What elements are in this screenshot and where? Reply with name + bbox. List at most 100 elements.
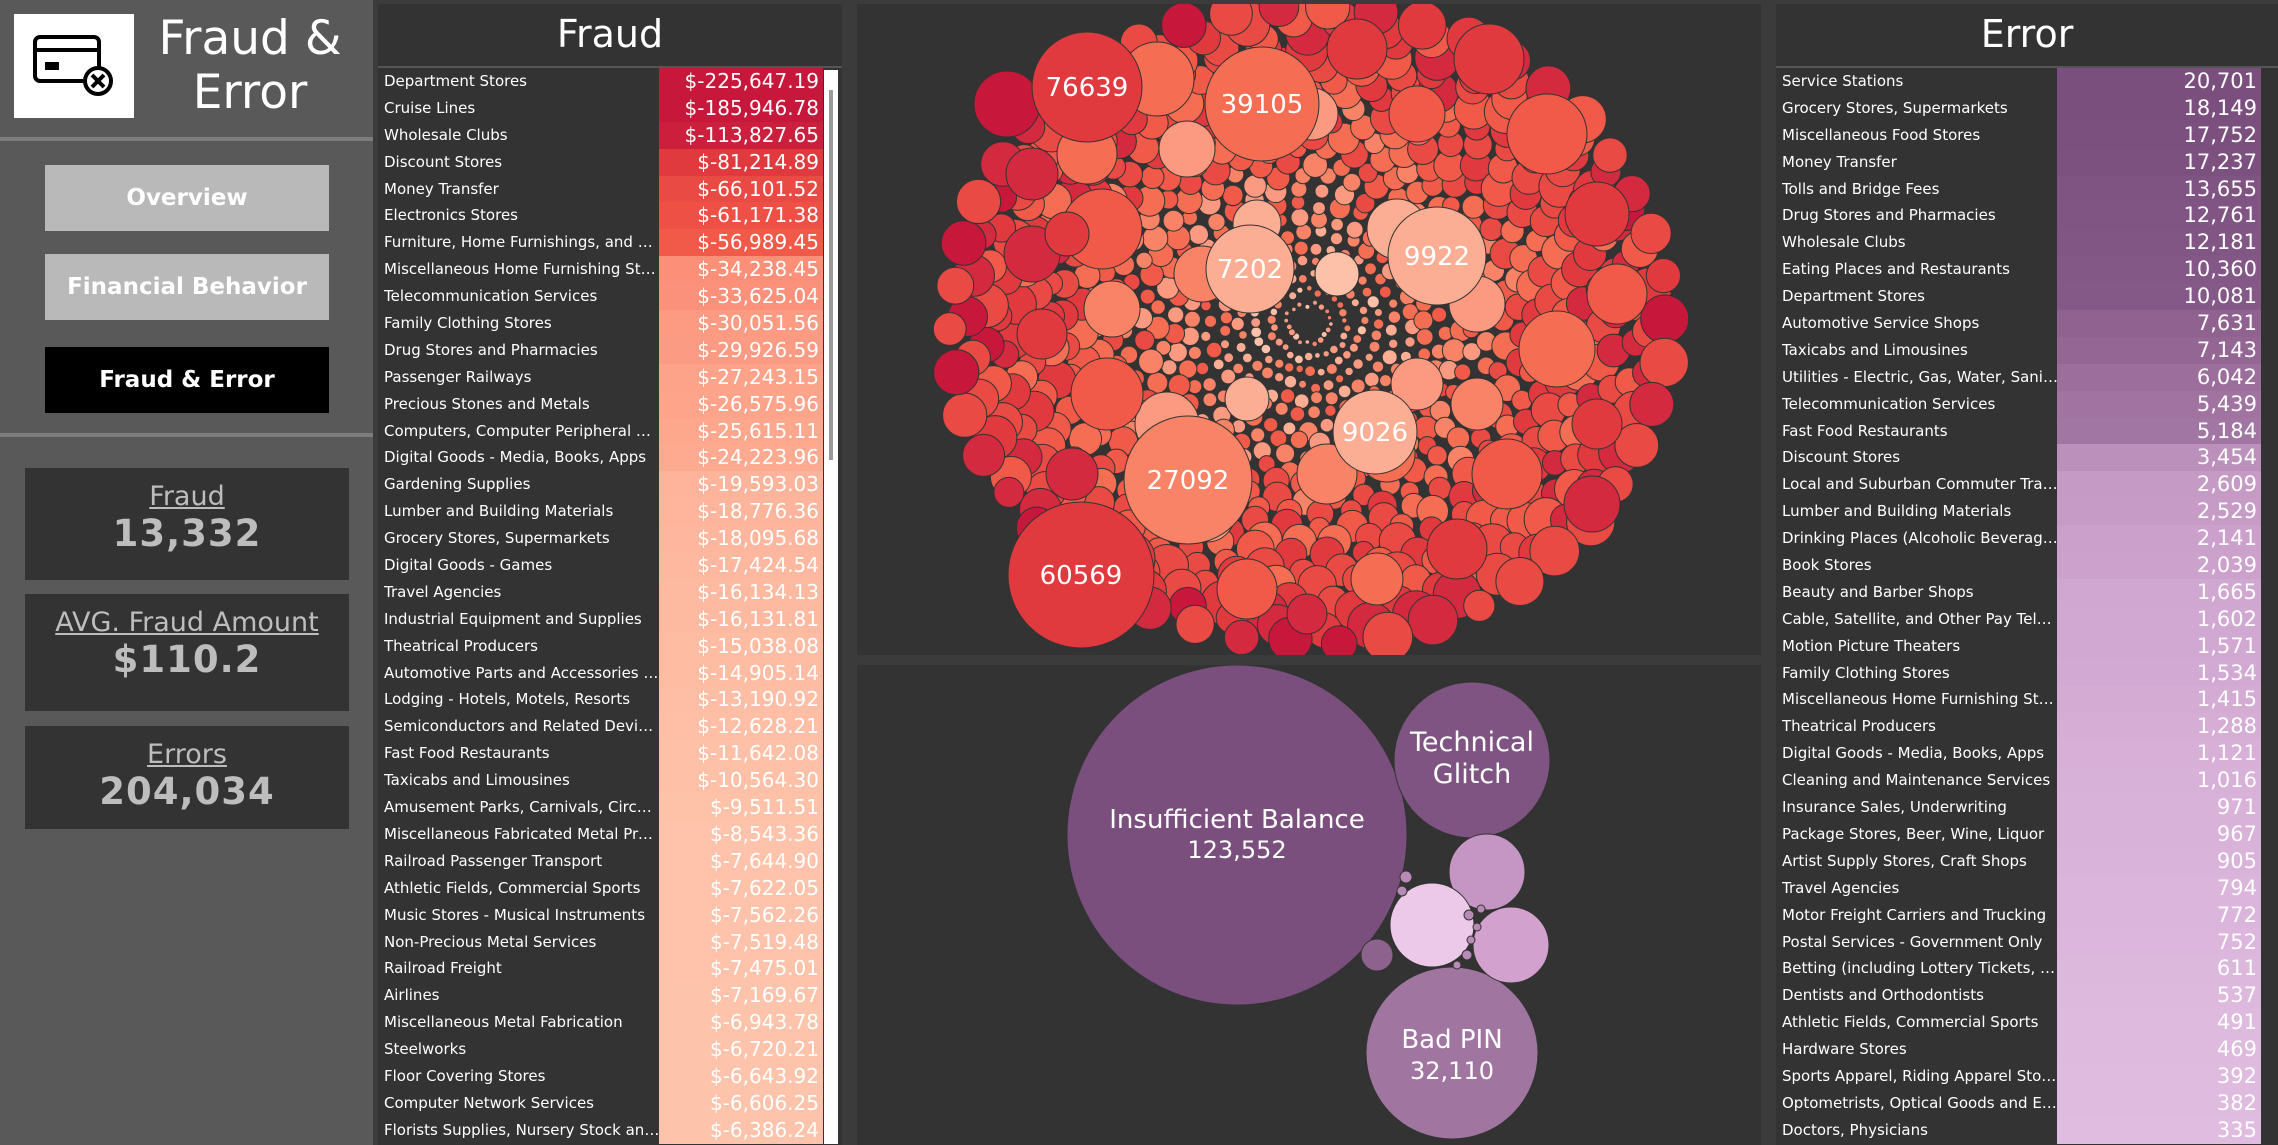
bubble[interactable] <box>1290 208 1310 227</box>
bubble[interactable] <box>1297 339 1303 346</box>
bubble[interactable] <box>1463 589 1496 622</box>
bubble[interactable] <box>1324 391 1339 406</box>
bubble[interactable] <box>1312 201 1326 216</box>
table-row[interactable]: Theatrical Producers $-15,038.08 <box>378 632 842 660</box>
bubble[interactable] <box>1283 317 1290 324</box>
bubble[interactable] <box>1344 366 1354 377</box>
bubble[interactable] <box>1396 885 1408 897</box>
bubble[interactable] <box>1266 314 1277 325</box>
table-row[interactable]: Electronics Stores $-61,171.38 <box>378 202 842 230</box>
bubble[interactable] <box>1461 949 1473 961</box>
bubble[interactable] <box>1372 318 1385 330</box>
bubble[interactable] <box>1296 254 1309 267</box>
bubble[interactable] <box>1388 85 1446 143</box>
bubble[interactable] <box>1352 334 1363 344</box>
bubble[interactable] <box>1630 212 1672 254</box>
bubble[interactable] <box>1441 338 1467 363</box>
bubble[interactable] <box>1399 870 1413 884</box>
table-row[interactable]: Floor Covering Stores $-6,643.92 <box>378 1062 842 1090</box>
bubble[interactable] <box>1175 604 1215 645</box>
table-row[interactable]: Insurance Sales, Underwriting 971 <box>1776 794 2278 821</box>
bubble[interactable] <box>1350 298 1360 308</box>
table-row[interactable]: Sports Apparel, Riding Apparel Stores 392 <box>1776 1062 2278 1090</box>
bubble[interactable] <box>1219 324 1232 337</box>
table-row[interactable]: Drinking Places (Alcoholic Beverages) 2,1… <box>1776 525 2278 553</box>
bubble[interactable] <box>1366 295 1380 309</box>
nav-fraud-error-button[interactable]: Fraud & Error <box>45 347 329 413</box>
bubble[interactable] <box>1564 181 1630 247</box>
bubble[interactable] <box>1427 445 1448 466</box>
bubble[interactable] <box>1388 298 1399 309</box>
table-row[interactable]: Doctors, Physicians 335 <box>1776 1116 2278 1144</box>
bubble[interactable] <box>1381 349 1398 366</box>
bubble[interactable] <box>1640 294 1690 344</box>
bubble[interactable] <box>1294 354 1304 365</box>
bubble[interactable] <box>1472 922 1482 932</box>
bubble[interactable] <box>1310 391 1323 405</box>
bubble[interactable] <box>932 312 967 346</box>
bubble[interactable] <box>1479 217 1504 242</box>
bubble[interactable] <box>1289 406 1306 422</box>
table-row[interactable]: Hardware Stores 469 <box>1776 1036 2278 1063</box>
bubble[interactable] <box>1360 938 1394 972</box>
bubble[interactable] <box>1342 172 1362 192</box>
bubble[interactable] <box>942 392 988 438</box>
table-row[interactable]: Miscellaneous Home Furnishing Stores $-34… <box>378 256 842 284</box>
bubble[interactable] <box>1139 288 1156 305</box>
bubble[interactable] <box>1269 307 1279 317</box>
table-row[interactable]: Tolls and Bridge Fees 13,655 <box>1776 175 2278 203</box>
bubble[interactable] <box>962 433 1006 477</box>
bubble[interactable] <box>1324 404 1337 417</box>
bubble[interactable] <box>1270 323 1279 332</box>
table-row[interactable]: Service Stations 20,701 <box>1776 68 2278 95</box>
bubble[interactable] <box>1161 359 1178 376</box>
table-row[interactable]: Family Clothing Stores $-30,051.56 <box>378 310 842 337</box>
table-row[interactable]: Furniture, Home Furnishings, and Equi.. $… <box>378 229 842 257</box>
bubble[interactable] <box>1309 242 1323 256</box>
table-row[interactable]: Discount Stores $-81,214.89 <box>378 148 842 176</box>
bubble[interactable] <box>1235 341 1247 353</box>
table-row[interactable]: Amusement Parks, Carnivals, Circuses $-9,… <box>378 794 842 821</box>
bubble[interactable] <box>1328 321 1334 327</box>
insufficient-balance-bubble[interactable] <box>1066 665 1408 1006</box>
table-row[interactable]: Dentists and Orthodontists 537 <box>1776 982 2278 1010</box>
bubble[interactable] <box>1230 316 1245 331</box>
bubble[interactable] <box>1286 350 1295 360</box>
bubble[interactable] <box>1162 209 1185 232</box>
table-row[interactable]: Travel Agencies $-16,134.13 <box>378 578 842 606</box>
bubble[interactable] <box>1016 308 1068 360</box>
bubble[interactable] <box>1223 352 1235 364</box>
bubble[interactable] <box>1350 552 1404 606</box>
bubble[interactable] <box>1398 4 1447 50</box>
bubble[interactable] <box>1005 147 1059 201</box>
table-row[interactable]: Automotive Parts and Accessories Stores$… <box>378 659 842 687</box>
bubble[interactable] <box>1326 18 1388 80</box>
bubble[interactable] <box>1373 308 1383 317</box>
bubble[interactable] <box>1274 401 1289 416</box>
bubble[interactable] <box>1283 310 1290 317</box>
bubble[interactable] <box>1645 258 1682 294</box>
table-row[interactable]: Motion Picture Theaters 1,571 <box>1776 632 2278 660</box>
bubble[interactable] <box>1314 251 1360 297</box>
bubble[interactable] <box>1291 306 1297 313</box>
table-row[interactable]: Postal Services - Government Only 752 <box>1776 928 2278 956</box>
bubble[interactable] <box>1356 325 1367 336</box>
bubble[interactable] <box>1592 137 1628 173</box>
bubble[interactable] <box>1203 314 1218 328</box>
table-row[interactable]: Money Transfer $-66,101.52 <box>378 175 842 203</box>
bubble[interactable] <box>1250 427 1266 443</box>
table-row[interactable]: Telecommunication Services 5,439 <box>1776 390 2278 418</box>
bubble[interactable] <box>1629 381 1675 427</box>
bubble[interactable] <box>1407 594 1459 646</box>
table-row[interactable]: Railroad Freight $-7,475.01 <box>378 955 842 983</box>
bubble[interactable] <box>1158 120 1216 178</box>
bubble[interactable] <box>1358 305 1369 316</box>
table-row[interactable]: Precious Stones and Metals $-26,575.96 <box>378 390 842 418</box>
bubble[interactable] <box>1253 336 1265 348</box>
table-row[interactable]: Railroad Passenger Transport $-7,644.90 <box>378 847 842 875</box>
bubble[interactable] <box>1388 338 1399 349</box>
bubble[interactable] <box>1298 379 1308 389</box>
table-row[interactable]: Passenger Railways $-27,243.15 <box>378 363 842 391</box>
bubble[interactable] <box>1639 337 1689 388</box>
bubble[interactable] <box>1322 379 1335 392</box>
